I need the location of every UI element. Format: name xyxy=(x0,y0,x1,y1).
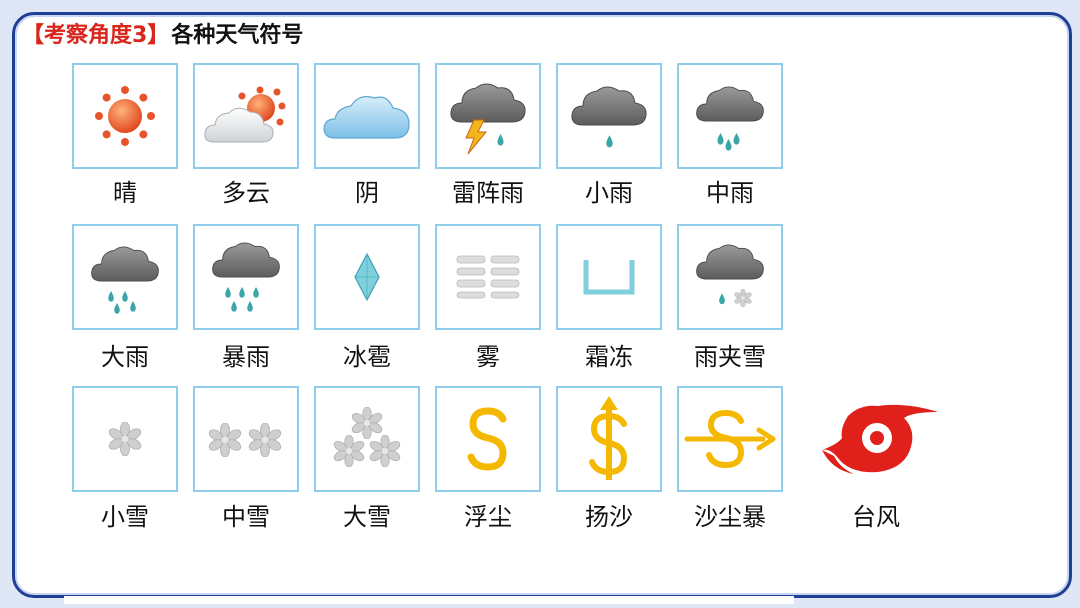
symbol-label: 阴 xyxy=(355,179,379,207)
symbol-cell-moderate-snow xyxy=(193,386,299,492)
symbol-cell-cloudy xyxy=(193,63,299,169)
symbol-cell-blowing-sand xyxy=(556,386,662,492)
symbol-cell-sleet xyxy=(677,224,783,330)
symbol-cell-rainstorm xyxy=(193,224,299,330)
symbol-cell-light-snow xyxy=(72,386,178,492)
moderate-rain-icon xyxy=(696,86,764,151)
symbol-cell-frost xyxy=(556,224,662,330)
symbol-label: 台风 xyxy=(852,503,900,531)
symbol-label: 大雪 xyxy=(343,503,391,531)
symbol-label: 多云 xyxy=(222,179,270,207)
sleet-icon xyxy=(696,244,764,307)
symbol-label: 中雨 xyxy=(706,179,754,207)
heavy-snow-icon xyxy=(333,407,401,467)
symbol-label: 大雨 xyxy=(101,343,149,371)
symbol-cell-heavy-snow xyxy=(314,386,420,492)
symbol-label: 暴雨 xyxy=(222,343,270,371)
overcast-cloud-icon xyxy=(323,96,410,139)
sandstorm-icon xyxy=(684,409,776,469)
heading-title: 各种天气符号 xyxy=(171,23,304,48)
frost-icon xyxy=(583,260,635,295)
thunderstorm-icon xyxy=(450,83,526,155)
partly-cloudy-icon xyxy=(204,86,286,143)
symbol-label: 小雨 xyxy=(585,179,633,207)
symbol-label: 雷阵雨 xyxy=(452,179,524,207)
fog-icon xyxy=(456,255,520,299)
typhoon-icon xyxy=(822,404,938,474)
symbol-cell-hail xyxy=(314,224,420,330)
symbol-label: 小雪 xyxy=(101,503,149,531)
floating-dust-icon xyxy=(467,407,507,471)
symbol-cell-overcast xyxy=(314,63,420,169)
symbol-label: 雨夹雪 xyxy=(694,343,766,371)
symbol-label: 扬沙 xyxy=(585,503,633,531)
heading-tag: 【考察角度3】 xyxy=(22,23,170,48)
symbol-label: 霜冻 xyxy=(585,343,633,371)
symbol-label: 浮尘 xyxy=(464,503,512,531)
light-rain-icon xyxy=(571,86,647,148)
symbol-label: 中雪 xyxy=(222,503,270,531)
rainstorm-icon xyxy=(212,242,280,312)
heavy-rain-icon xyxy=(91,246,159,314)
symbol-cell-typhoon xyxy=(820,398,940,478)
symbol-cell-moderate-rain xyxy=(677,63,783,169)
symbol-cell-thunderstorm xyxy=(435,63,541,169)
blowing-sand-icon xyxy=(589,396,628,480)
light-snow-icon xyxy=(108,422,142,456)
symbol-label: 冰雹 xyxy=(343,343,391,371)
symbol-cell-sandstorm xyxy=(677,386,783,492)
symbol-label: 晴 xyxy=(113,179,137,207)
bottom-strip xyxy=(64,596,794,604)
page-heading: 【考察角度3】各种天气符号 xyxy=(22,20,303,52)
sun-icon xyxy=(95,86,155,146)
symbol-label: 雾 xyxy=(476,343,500,371)
moderate-snow-icon xyxy=(208,423,282,457)
hail-icon xyxy=(354,252,380,302)
symbol-cell-floating-dust xyxy=(435,386,541,492)
symbol-label: 沙尘暴 xyxy=(694,503,766,531)
symbol-cell-sunny xyxy=(72,63,178,169)
symbol-cell-fog xyxy=(435,224,541,330)
symbol-cell-heavy-rain xyxy=(72,224,178,330)
symbol-cell-light-rain xyxy=(556,63,662,169)
